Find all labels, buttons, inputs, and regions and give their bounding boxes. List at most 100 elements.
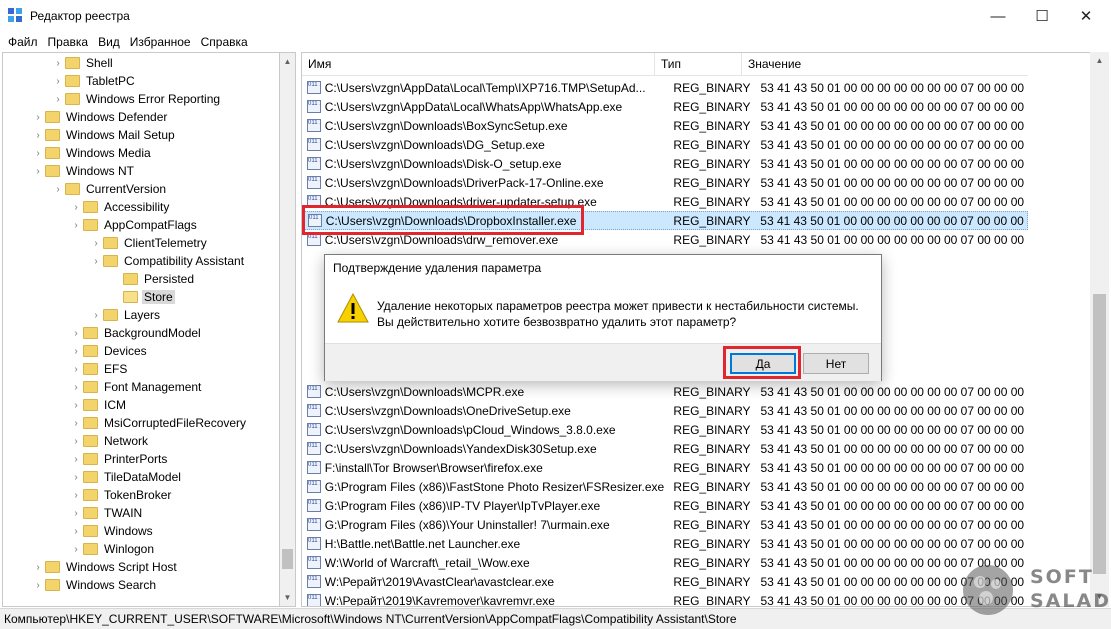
menu-view[interactable]: Вид bbox=[94, 35, 124, 49]
maximize-button[interactable]: ☐ bbox=[1019, 0, 1065, 32]
value-row[interactable]: 011 110C:\Users\vzgn\Downloads\OneDriveS… bbox=[302, 401, 1028, 420]
chevron-right-icon[interactable]: › bbox=[69, 526, 83, 537]
dialog-message: Удаление некоторых параметров реестра мо… bbox=[377, 298, 859, 330]
tree-item[interactable]: › AppCompatFlags bbox=[69, 216, 199, 234]
chevron-right-icon[interactable]: › bbox=[69, 382, 83, 393]
value-row[interactable]: 011 110W:\Рерайт\2019\Kavremover\kavremv… bbox=[302, 591, 1028, 606]
chevron-right-icon[interactable]: › bbox=[31, 130, 45, 141]
chevron-right-icon[interactable]: › bbox=[31, 112, 45, 123]
tree-item[interactable]: › CurrentVersion bbox=[51, 180, 168, 198]
value-row[interactable]: 011 110C:\Users\vzgn\Downloads\DG_Setup.… bbox=[302, 135, 1028, 154]
binary-value-icon: 011 110 bbox=[307, 518, 321, 531]
value-row[interactable]: 011 110C:\Users\vzgn\Downloads\YandexDis… bbox=[302, 439, 1028, 458]
chevron-right-icon[interactable]: › bbox=[89, 256, 103, 267]
chevron-right-icon[interactable]: › bbox=[51, 58, 65, 69]
tree-item[interactable]: Store bbox=[109, 288, 175, 306]
tree-item[interactable]: › EFS bbox=[69, 360, 129, 378]
chevron-right-icon[interactable]: › bbox=[69, 220, 83, 231]
no-button[interactable]: Нет bbox=[803, 353, 869, 374]
tree-item[interactable]: › TWAIN bbox=[69, 504, 144, 522]
tree-item[interactable]: › TabletPC bbox=[51, 72, 137, 90]
tree-item[interactable]: › Windows Mail Setup bbox=[31, 126, 177, 144]
tree-item[interactable]: › Windows Search bbox=[31, 576, 158, 594]
list-scrollbar[interactable]: ▲ ▼ bbox=[1090, 52, 1109, 607]
menu-file[interactable]: Файл bbox=[4, 35, 42, 49]
tree-item[interactable]: › PrinterPorts bbox=[69, 450, 169, 468]
value-row[interactable]: 011 110C:\Users\vzgn\AppData\Local\Whats… bbox=[302, 97, 1028, 116]
value-row[interactable]: 011 110C:\Users\vzgn\Downloads\Disk-O_se… bbox=[302, 154, 1028, 173]
tree-item[interactable]: › Windows bbox=[69, 522, 155, 540]
chevron-right-icon[interactable]: › bbox=[69, 490, 83, 501]
tree-scrollbar[interactable]: ▲ ▼ bbox=[279, 52, 296, 607]
tree-item[interactable]: › Windows NT bbox=[31, 162, 136, 180]
tree-item[interactable]: › BackgroundModel bbox=[69, 324, 203, 342]
scroll-up-arrow-icon[interactable]: ▲ bbox=[280, 53, 295, 70]
chevron-right-icon[interactable]: › bbox=[69, 544, 83, 555]
tree-item[interactable]: › Compatibility Assistant bbox=[89, 252, 246, 270]
scroll-up-arrow-icon[interactable]: ▲ bbox=[1092, 52, 1107, 69]
chevron-right-icon[interactable]: › bbox=[69, 436, 83, 447]
tree-item[interactable]: › Layers bbox=[89, 306, 162, 324]
chevron-right-icon[interactable]: › bbox=[51, 76, 65, 87]
tree-item[interactable]: › Network bbox=[69, 432, 150, 450]
value-row[interactable]: 011 110W:\World of Warcraft\_retail_\Wow… bbox=[302, 553, 1028, 572]
list-scroll-thumb[interactable] bbox=[1093, 294, 1106, 574]
value-row[interactable]: 011 110W:\Рерайт\2019\AvastClear\avastcl… bbox=[302, 572, 1028, 591]
chevron-right-icon[interactable]: › bbox=[69, 328, 83, 339]
column-value[interactable]: Значение bbox=[742, 53, 1028, 76]
value-row[interactable]: 011 110G:\Program Files (x86)\Your Unins… bbox=[302, 515, 1028, 534]
tree-item[interactable]: › MsiCorruptedFileRecovery bbox=[69, 414, 248, 432]
chevron-right-icon[interactable]: › bbox=[31, 166, 45, 177]
chevron-right-icon[interactable]: › bbox=[31, 562, 45, 573]
value-row[interactable]: 011 110C:\Users\vzgn\Downloads\DriverPac… bbox=[302, 173, 1028, 192]
column-type[interactable]: Тип bbox=[655, 53, 742, 76]
value-row[interactable]: 011 110H:\Battle.net\Battle.net Launcher… bbox=[302, 534, 1028, 553]
value-row[interactable]: 011 110C:\Users\vzgn\Downloads\MCPR.exe R… bbox=[302, 382, 1028, 401]
value-row[interactable]: 011 110C:\Users\vzgn\AppData\Local\Temp\… bbox=[302, 78, 1028, 97]
chevron-right-icon[interactable]: › bbox=[31, 580, 45, 591]
value-row[interactable]: 011 110G:\Program Files (x86)\FastStone … bbox=[302, 477, 1028, 496]
tree-item[interactable]: › Windows Error Reporting bbox=[51, 90, 222, 108]
tree-item[interactable]: › Devices bbox=[69, 342, 149, 360]
tree-item[interactable]: › TokenBroker bbox=[69, 486, 173, 504]
close-button[interactable]: ✕ bbox=[1063, 0, 1109, 32]
tree-item[interactable]: › Accessibility bbox=[69, 198, 171, 216]
value-row[interactable]: 011 110C:\Users\vzgn\Downloads\pCloud_Wi… bbox=[302, 420, 1028, 439]
value-name: W:\Рерайт\2019\AvastClear\avastclear.exe bbox=[324, 574, 555, 589]
value-row[interactable]: 011 110G:\Program Files (x86)\IP-TV Play… bbox=[302, 496, 1028, 515]
menu-favorites[interactable]: Избранное bbox=[126, 35, 195, 49]
column-name[interactable]: Имя bbox=[302, 53, 655, 76]
chevron-right-icon[interactable]: › bbox=[69, 364, 83, 375]
tree-item[interactable]: › Shell bbox=[51, 54, 115, 72]
scroll-down-arrow-icon[interactable]: ▼ bbox=[280, 589, 295, 606]
tree-item-label: Windows Media bbox=[66, 146, 151, 160]
tree-item[interactable]: › TileDataModel bbox=[69, 468, 183, 486]
chevron-right-icon[interactable]: › bbox=[69, 202, 83, 213]
tree-item[interactable]: › ICM bbox=[69, 396, 128, 414]
tree-item[interactable]: › Winlogon bbox=[69, 540, 156, 558]
menu-help[interactable]: Справка bbox=[197, 35, 252, 49]
menu-edit[interactable]: Правка bbox=[44, 35, 93, 49]
registry-tree[interactable]: › Shell › TabletPC › Windows Error Reporting ›… bbox=[2, 52, 279, 607]
chevron-right-icon[interactable]: › bbox=[89, 238, 103, 249]
chevron-right-icon[interactable]: › bbox=[69, 472, 83, 483]
chevron-right-icon[interactable]: › bbox=[69, 400, 83, 411]
chevron-right-icon[interactable]: › bbox=[31, 148, 45, 159]
chevron-right-icon[interactable]: › bbox=[69, 454, 83, 465]
chevron-right-icon[interactable]: › bbox=[89, 310, 103, 321]
chevron-right-icon[interactable]: › bbox=[51, 94, 65, 105]
chevron-right-icon[interactable]: › bbox=[69, 508, 83, 519]
chevron-right-icon[interactable]: › bbox=[69, 418, 83, 429]
value-row[interactable]: 011 110F:\install\Tor Browser\Browser\fi… bbox=[302, 458, 1028, 477]
tree-item[interactable]: › Windows Script Host bbox=[31, 558, 179, 576]
minimize-button[interactable]: — bbox=[975, 0, 1021, 32]
tree-item[interactable]: Persisted bbox=[109, 270, 196, 288]
tree-item[interactable]: › ClientTelemetry bbox=[89, 234, 209, 252]
tree-scroll-thumb[interactable] bbox=[282, 549, 293, 569]
tree-item[interactable]: › Font Management bbox=[69, 378, 203, 396]
chevron-right-icon[interactable]: › bbox=[51, 184, 65, 195]
tree-item[interactable]: › Windows Defender bbox=[31, 108, 169, 126]
chevron-right-icon[interactable]: › bbox=[69, 346, 83, 357]
value-row[interactable]: 011 110C:\Users\vzgn\Downloads\BoxSyncSe… bbox=[302, 116, 1028, 135]
tree-item[interactable]: › Windows Media bbox=[31, 144, 153, 162]
